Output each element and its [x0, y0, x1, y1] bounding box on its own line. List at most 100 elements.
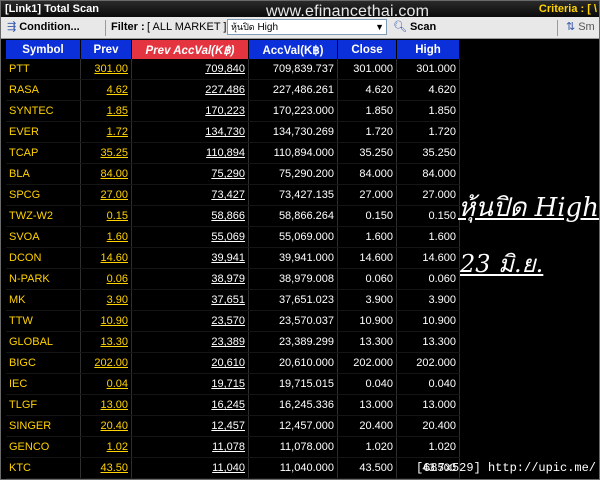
- col-header-close[interactable]: Close: [337, 40, 397, 59]
- cell-prev-accval[interactable]: 39,941: [131, 247, 249, 269]
- cell-symbol: SINGER: [6, 415, 81, 437]
- table-row[interactable]: SINGER 20.40 12,457 12,457.000 20.400 20.400: [6, 415, 460, 437]
- cell-prev[interactable]: 1.02: [80, 436, 132, 458]
- cell-prev-accval[interactable]: 227,486: [131, 79, 249, 101]
- table-row[interactable]: SVOA 1.60 55,069 55,069.000 1.600 1.600: [6, 226, 460, 248]
- table-row[interactable]: GENCO 1.02 11,078 11,078.000 1.020 1.020: [6, 436, 460, 458]
- cell-symbol: N-PARK: [6, 268, 81, 290]
- filter-label: Filter :: [111, 21, 145, 33]
- cell-prev[interactable]: 4.62: [80, 79, 132, 101]
- cell-accval: 11,078.000: [248, 436, 338, 458]
- cell-prev-accval[interactable]: 110,894: [131, 142, 249, 164]
- cell-close: 13.000: [337, 394, 397, 416]
- cell-accval: 20,610.000: [248, 352, 338, 374]
- cell-prev-accval[interactable]: 11,078: [131, 436, 249, 458]
- cell-prev-accval[interactable]: 11,040: [131, 457, 249, 479]
- condition-icon: ⇶: [7, 21, 17, 33]
- filter-value[interactable]: [ ALL MARKET ]: [147, 19, 226, 36]
- toolbar-divider: [557, 20, 558, 36]
- cell-prev[interactable]: 10.90: [80, 310, 132, 332]
- col-header-symbol[interactable]: Symbol: [6, 40, 81, 59]
- cell-prev[interactable]: 13.30: [80, 331, 132, 353]
- scan-results-table: Symbol Prev Prev AccVal(K฿) AccVal(K฿) C…: [6, 40, 460, 479]
- cell-prev-accval[interactable]: 19,715: [131, 373, 249, 395]
- cell-close: 1.020: [337, 436, 397, 458]
- cell-close: 10.900: [337, 310, 397, 332]
- table-row[interactable]: SYNTEC 1.85 170,223 170,223.000 1.850 1.850: [6, 100, 460, 122]
- table-row[interactable]: BLA 84.00 75,290 75,290.200 84.000 84.000: [6, 163, 460, 185]
- cell-prev[interactable]: 27.00: [80, 184, 132, 206]
- cell-high: 27.000: [396, 184, 460, 206]
- search-icon: 🔍︎: [393, 21, 407, 33]
- table-row[interactable]: GLOBAL 13.30 23,389 23,389.299 13.300 13.300: [6, 331, 460, 353]
- table-row[interactable]: TTW 10.90 23,570 23,570.037 10.900 10.900: [6, 310, 460, 332]
- cell-prev[interactable]: 43.50: [80, 457, 132, 479]
- table-row[interactable]: DCON 14.60 39,941 39,941.000 14.600 14.600: [6, 247, 460, 269]
- cell-prev[interactable]: 301.00: [80, 59, 132, 80]
- cell-prev[interactable]: 14.60: [80, 247, 132, 269]
- table-row[interactable]: N-PARK 0.06 38,979 38,979.008 0.060 0.060: [6, 268, 460, 290]
- cell-close: 3.900: [337, 289, 397, 311]
- cell-prev-accval[interactable]: 75,290: [131, 163, 249, 185]
- cell-close: 27.000: [337, 184, 397, 206]
- col-header-accval[interactable]: AccVal(K฿): [248, 40, 338, 59]
- cell-accval: 73,427.135: [248, 184, 338, 206]
- table-row[interactable]: TWZ-W2 0.15 58,866 58,866.264 0.150 0.150: [6, 205, 460, 227]
- cell-accval: 19,715.015: [248, 373, 338, 395]
- cell-prev[interactable]: 3.90: [80, 289, 132, 311]
- cell-prev-accval[interactable]: 58,866: [131, 205, 249, 227]
- cell-prev-accval[interactable]: 23,389: [131, 331, 249, 353]
- cell-high: 14.600: [396, 247, 460, 269]
- col-header-high[interactable]: High: [396, 40, 460, 59]
- cell-prev[interactable]: 0.06: [80, 268, 132, 290]
- cell-symbol: GLOBAL: [6, 331, 81, 353]
- cell-prev[interactable]: 202.00: [80, 352, 132, 374]
- cell-prev[interactable]: 35.25: [80, 142, 132, 164]
- cell-symbol: BLA: [6, 163, 81, 185]
- sm-label: Sm: [578, 21, 595, 33]
- table-row[interactable]: TCAP 35.25 110,894 110,894.000 35.250 35.250: [6, 142, 460, 164]
- scan-type-dropdown[interactable]: หุ้นปิด High ▼: [227, 19, 387, 35]
- cell-high: 1.600: [396, 226, 460, 248]
- cell-prev-accval[interactable]: 12,457: [131, 415, 249, 437]
- cell-prev-accval[interactable]: 134,730: [131, 121, 249, 143]
- table-row[interactable]: SPCG 27.00 73,427 73,427.135 27.000 27.000: [6, 184, 460, 206]
- table-row[interactable]: RASA 4.62 227,486 227,486.261 4.620 4.620: [6, 79, 460, 101]
- table-row[interactable]: MK 3.90 37,651 37,651.023 3.900 3.900: [6, 289, 460, 311]
- table-row[interactable]: TLGF 13.00 16,245 16,245.336 13.000 13.000: [6, 394, 460, 416]
- cell-accval: 23,570.037: [248, 310, 338, 332]
- sm-button[interactable]: ⇅ Sm: [566, 19, 595, 36]
- table-row[interactable]: PTT 301.00 709,840 709,839.737 301.000 301.00…: [6, 59, 460, 80]
- cell-prev[interactable]: 13.00: [80, 394, 132, 416]
- col-header-prev-accval[interactable]: Prev AccVal(K฿): [131, 40, 249, 59]
- cell-prev[interactable]: 1.72: [80, 121, 132, 143]
- scan-button[interactable]: 🔍︎ Scan: [393, 19, 436, 36]
- cell-prev-accval[interactable]: 23,570: [131, 310, 249, 332]
- cell-symbol: RASA: [6, 79, 81, 101]
- cell-prev-accval[interactable]: 73,427: [131, 184, 249, 206]
- table-row[interactable]: EVER 1.72 134,730 134,730.269 1.720 1.720: [6, 121, 460, 143]
- cell-prev[interactable]: 20.40: [80, 415, 132, 437]
- cell-prev[interactable]: 1.85: [80, 100, 132, 122]
- cell-symbol: SYNTEC: [6, 100, 81, 122]
- cell-prev-accval[interactable]: 55,069: [131, 226, 249, 248]
- cell-prev-accval[interactable]: 20,610: [131, 352, 249, 374]
- cell-symbol: GENCO: [6, 436, 81, 458]
- table-row[interactable]: KTC 43.50 11,040 11,040.000 43.500 43.500: [6, 457, 460, 479]
- table-row[interactable]: IEC 0.04 19,715 19,715.015 0.040 0.040: [6, 373, 460, 395]
- col-header-prev[interactable]: Prev: [80, 40, 132, 59]
- cell-prev[interactable]: 0.15: [80, 205, 132, 227]
- cell-accval: 709,839.737: [248, 59, 338, 80]
- cell-prev[interactable]: 0.04: [80, 373, 132, 395]
- table-row[interactable]: BIGC 202.00 20,610 20,610.000 202.000 202.000: [6, 352, 460, 374]
- cell-prev-accval[interactable]: 37,651: [131, 289, 249, 311]
- cell-close: 35.250: [337, 142, 397, 164]
- cell-prev-accval[interactable]: 709,840: [131, 59, 249, 80]
- cell-prev-accval[interactable]: 38,979: [131, 268, 249, 290]
- cell-prev[interactable]: 1.60: [80, 226, 132, 248]
- cell-prev-accval[interactable]: 170,223: [131, 100, 249, 122]
- cell-high: 84.000: [396, 163, 460, 185]
- condition-button[interactable]: ⇶ Condition...: [7, 19, 80, 36]
- cell-prev-accval[interactable]: 16,245: [131, 394, 249, 416]
- cell-prev[interactable]: 84.00: [80, 163, 132, 185]
